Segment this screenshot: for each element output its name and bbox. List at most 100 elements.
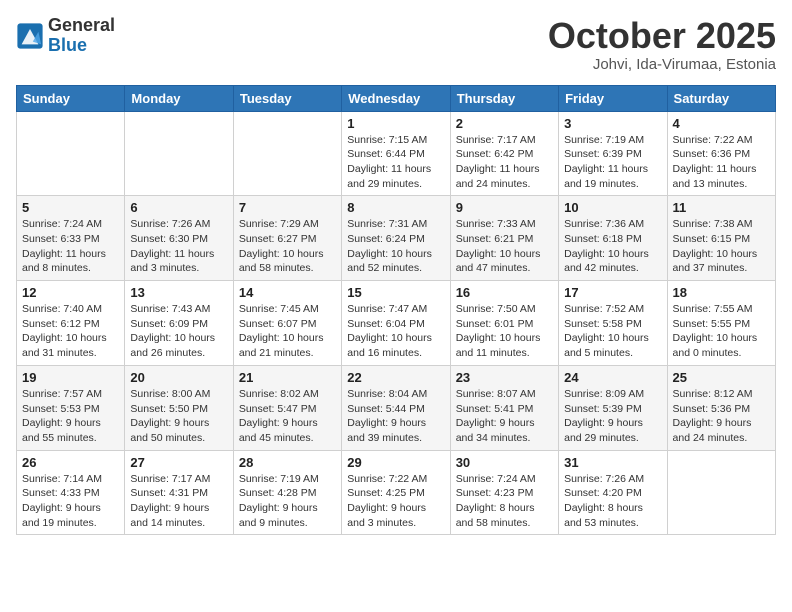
day-info: Sunrise: 7:40 AM Sunset: 6:12 PM Dayligh… bbox=[22, 302, 119, 361]
day-number: 3 bbox=[564, 116, 661, 131]
day-number: 15 bbox=[347, 285, 444, 300]
calendar-cell: 2Sunrise: 7:17 AM Sunset: 6:42 PM Daylig… bbox=[450, 111, 558, 196]
day-info: Sunrise: 7:26 AM Sunset: 6:30 PM Dayligh… bbox=[130, 217, 227, 276]
calendar-cell: 25Sunrise: 8:12 AM Sunset: 5:36 PM Dayli… bbox=[667, 365, 775, 450]
logo: General Blue bbox=[16, 16, 115, 56]
day-info: Sunrise: 7:57 AM Sunset: 5:53 PM Dayligh… bbox=[22, 387, 119, 446]
calendar-cell: 17Sunrise: 7:52 AM Sunset: 5:58 PM Dayli… bbox=[559, 281, 667, 366]
day-info: Sunrise: 7:24 AM Sunset: 6:33 PM Dayligh… bbox=[22, 217, 119, 276]
day-number: 5 bbox=[22, 200, 119, 215]
day-info: Sunrise: 7:14 AM Sunset: 4:33 PM Dayligh… bbox=[22, 472, 119, 531]
day-number: 29 bbox=[347, 455, 444, 470]
day-number: 10 bbox=[564, 200, 661, 215]
calendar-cell bbox=[233, 111, 341, 196]
calendar-cell: 29 Sunrise: 7:22 AM Sunset: 4:25 PM Dayli… bbox=[342, 450, 450, 535]
day-info: Sunrise: 7:22 AM Sunset: 6:36 PM Dayligh… bbox=[673, 133, 770, 192]
week-row-2: 5 Sunrise: 7:24 AM Sunset: 6:33 PM Daylig… bbox=[17, 196, 776, 281]
calendar-table: SundayMondayTuesdayWednesdayThursdayFrid… bbox=[16, 85, 776, 536]
calendar-cell: 10Sunrise: 7:36 AM Sunset: 6:18 PM Dayli… bbox=[559, 196, 667, 281]
weekday-header-tuesday: Tuesday bbox=[233, 85, 341, 111]
title-block: October 2025 Johvi, Ida-Virumaa, Estonia bbox=[548, 16, 776, 73]
calendar-cell: 3 Sunrise: 7:19 AM Sunset: 6:39 PM Daylig… bbox=[559, 111, 667, 196]
calendar-cell: 9 Sunrise: 7:33 AM Sunset: 6:21 PM Daylig… bbox=[450, 196, 558, 281]
day-number: 4 bbox=[673, 116, 770, 131]
day-number: 28 bbox=[239, 455, 336, 470]
day-number: 16 bbox=[456, 285, 553, 300]
calendar-cell: 5 Sunrise: 7:24 AM Sunset: 6:33 PM Daylig… bbox=[17, 196, 125, 281]
day-info: Sunrise: 7:19 AM Sunset: 6:39 PM Dayligh… bbox=[564, 133, 661, 192]
logo-icon bbox=[16, 22, 44, 50]
day-info: Sunrise: 7:31 AM Sunset: 6:24 PM Dayligh… bbox=[347, 217, 444, 276]
calendar-cell: 6Sunrise: 7:26 AM Sunset: 6:30 PM Daylig… bbox=[125, 196, 233, 281]
day-number: 14 bbox=[239, 285, 336, 300]
calendar-cell: 27 Sunrise: 7:17 AM Sunset: 4:31 PM Dayli… bbox=[125, 450, 233, 535]
day-info: Sunrise: 8:02 AM Sunset: 5:47 PM Dayligh… bbox=[239, 387, 336, 446]
weekday-header-saturday: Saturday bbox=[667, 85, 775, 111]
day-number: 24 bbox=[564, 370, 661, 385]
day-info: Sunrise: 7:19 AM Sunset: 4:28 PM Dayligh… bbox=[239, 472, 336, 531]
day-info: Sunrise: 7:38 AM Sunset: 6:15 PM Dayligh… bbox=[673, 217, 770, 276]
calendar-cell: 22 Sunrise: 8:04 AM Sunset: 5:44 PM Dayli… bbox=[342, 365, 450, 450]
day-number: 12 bbox=[22, 285, 119, 300]
page-header: General Blue October 2025 Johvi, Ida-Vir… bbox=[16, 16, 776, 73]
day-number: 31 bbox=[564, 455, 661, 470]
calendar-cell: 11 Sunrise: 7:38 AM Sunset: 6:15 PM Dayli… bbox=[667, 196, 775, 281]
calendar-cell: 26 Sunrise: 7:14 AM Sunset: 4:33 PM Dayli… bbox=[17, 450, 125, 535]
calendar-cell: 1 Sunrise: 7:15 AM Sunset: 6:44 PM Daylig… bbox=[342, 111, 450, 196]
calendar-cell: 18 Sunrise: 7:55 AM Sunset: 5:55 PM Dayli… bbox=[667, 281, 775, 366]
calendar-cell: 15 Sunrise: 7:47 AM Sunset: 6:04 PM Dayli… bbox=[342, 281, 450, 366]
day-info: Sunrise: 7:52 AM Sunset: 5:58 PM Dayligh… bbox=[564, 302, 661, 361]
day-number: 27 bbox=[130, 455, 227, 470]
day-info: Sunrise: 7:45 AM Sunset: 6:07 PM Dayligh… bbox=[239, 302, 336, 361]
day-number: 7 bbox=[239, 200, 336, 215]
day-info: Sunrise: 7:22 AM Sunset: 4:25 PM Dayligh… bbox=[347, 472, 444, 531]
day-number: 26 bbox=[22, 455, 119, 470]
week-row-3: 12 Sunrise: 7:40 AM Sunset: 6:12 PM Dayli… bbox=[17, 281, 776, 366]
day-number: 22 bbox=[347, 370, 444, 385]
day-info: Sunrise: 8:04 AM Sunset: 5:44 PM Dayligh… bbox=[347, 387, 444, 446]
day-info: Sunrise: 8:07 AM Sunset: 5:41 PM Dayligh… bbox=[456, 387, 553, 446]
calendar-cell: 7 Sunrise: 7:29 AM Sunset: 6:27 PM Daylig… bbox=[233, 196, 341, 281]
day-number: 13 bbox=[130, 285, 227, 300]
day-number: 20 bbox=[130, 370, 227, 385]
weekday-header-sunday: Sunday bbox=[17, 85, 125, 111]
week-row-5: 26 Sunrise: 7:14 AM Sunset: 4:33 PM Dayli… bbox=[17, 450, 776, 535]
day-info: Sunrise: 7:24 AM Sunset: 4:23 PM Dayligh… bbox=[456, 472, 553, 531]
day-number: 1 bbox=[347, 116, 444, 131]
day-number: 23 bbox=[456, 370, 553, 385]
calendar-cell: 23 Sunrise: 8:07 AM Sunset: 5:41 PM Dayli… bbox=[450, 365, 558, 450]
day-info: Sunrise: 7:15 AM Sunset: 6:44 PM Dayligh… bbox=[347, 133, 444, 192]
calendar-cell: 28 Sunrise: 7:19 AM Sunset: 4:28 PM Dayli… bbox=[233, 450, 341, 535]
weekday-header-row: SundayMondayTuesdayWednesdayThursdayFrid… bbox=[17, 85, 776, 111]
calendar-cell: 14 Sunrise: 7:45 AM Sunset: 6:07 PM Dayli… bbox=[233, 281, 341, 366]
day-number: 30 bbox=[456, 455, 553, 470]
day-number: 11 bbox=[673, 200, 770, 215]
day-number: 9 bbox=[456, 200, 553, 215]
calendar-cell: 12 Sunrise: 7:40 AM Sunset: 6:12 PM Dayli… bbox=[17, 281, 125, 366]
calendar-cell: 30 Sunrise: 7:24 AM Sunset: 4:23 PM Dayli… bbox=[450, 450, 558, 535]
day-number: 2 bbox=[456, 116, 553, 131]
day-info: Sunrise: 7:33 AM Sunset: 6:21 PM Dayligh… bbox=[456, 217, 553, 276]
day-info: Sunrise: 8:00 AM Sunset: 5:50 PM Dayligh… bbox=[130, 387, 227, 446]
calendar-cell: 21 Sunrise: 8:02 AM Sunset: 5:47 PM Dayli… bbox=[233, 365, 341, 450]
day-number: 19 bbox=[22, 370, 119, 385]
weekday-header-thursday: Thursday bbox=[450, 85, 558, 111]
logo-text-line1: General bbox=[48, 16, 115, 36]
day-info: Sunrise: 8:09 AM Sunset: 5:39 PM Dayligh… bbox=[564, 387, 661, 446]
day-number: 21 bbox=[239, 370, 336, 385]
day-info: Sunrise: 7:17 AM Sunset: 4:31 PM Dayligh… bbox=[130, 472, 227, 531]
day-info: Sunrise: 7:29 AM Sunset: 6:27 PM Dayligh… bbox=[239, 217, 336, 276]
day-info: Sunrise: 8:12 AM Sunset: 5:36 PM Dayligh… bbox=[673, 387, 770, 446]
calendar-cell: 8 Sunrise: 7:31 AM Sunset: 6:24 PM Daylig… bbox=[342, 196, 450, 281]
week-row-4: 19 Sunrise: 7:57 AM Sunset: 5:53 PM Dayli… bbox=[17, 365, 776, 450]
day-info: Sunrise: 7:47 AM Sunset: 6:04 PM Dayligh… bbox=[347, 302, 444, 361]
day-number: 18 bbox=[673, 285, 770, 300]
calendar-cell: 4 Sunrise: 7:22 AM Sunset: 6:36 PM Daylig… bbox=[667, 111, 775, 196]
day-info: Sunrise: 7:26 AM Sunset: 4:20 PM Dayligh… bbox=[564, 472, 661, 531]
calendar-cell: 20 Sunrise: 8:00 AM Sunset: 5:50 PM Dayli… bbox=[125, 365, 233, 450]
day-number: 8 bbox=[347, 200, 444, 215]
calendar-cell: 16Sunrise: 7:50 AM Sunset: 6:01 PM Dayli… bbox=[450, 281, 558, 366]
day-info: Sunrise: 7:55 AM Sunset: 5:55 PM Dayligh… bbox=[673, 302, 770, 361]
calendar-cell bbox=[667, 450, 775, 535]
calendar-cell bbox=[125, 111, 233, 196]
